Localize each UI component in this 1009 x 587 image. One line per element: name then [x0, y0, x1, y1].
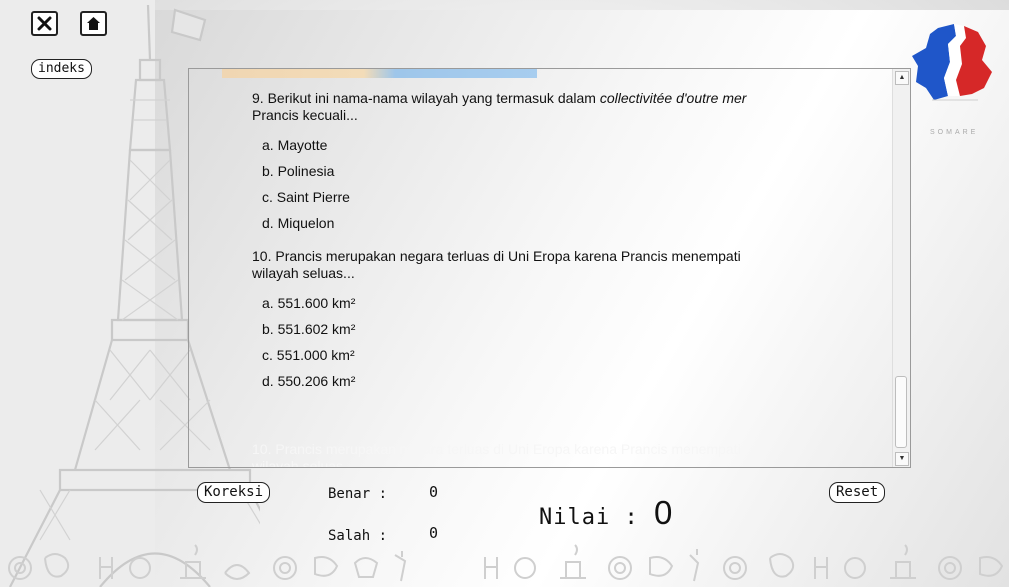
salah-value: 0: [429, 524, 439, 542]
option-c[interactable]: c. Saint Pierre: [262, 188, 772, 214]
quiz-content: 9. Berikut ini nama-nama wilayah yang te…: [252, 90, 772, 398]
option-b[interactable]: b. Polinesia: [262, 162, 772, 188]
close-button[interactable]: [31, 11, 58, 36]
question-text: Berikut ini nama-nama wilayah yang terma…: [267, 90, 600, 106]
faded-question-text: 10. Prancis merupakan negara terluas di …: [252, 441, 741, 468]
nilai-label: Nilai :: [539, 505, 639, 530]
question-italic-term: collectivitée d'outre mer: [599, 90, 747, 106]
option-c[interactable]: c. 551.000 km²: [262, 346, 772, 372]
scrollbar-thumb[interactable]: [895, 376, 907, 448]
indeks-button[interactable]: indeks: [31, 59, 92, 79]
home-button[interactable]: [80, 11, 107, 36]
option-a[interactable]: a. Mayotte: [262, 136, 772, 162]
france-map-logo: [912, 24, 992, 101]
decorative-doodle-border: [8, 544, 1004, 582]
quiz-scroll-panel[interactable]: 9. Berikut ini nama-nama wilayah yang te…: [188, 68, 911, 468]
scroll-up-arrow-icon[interactable]: ▲: [895, 71, 909, 85]
question-number: 9.: [252, 90, 264, 106]
question-10: 10. Prancis merupakan negara terluas di …: [252, 248, 772, 282]
options-list: a. 551.600 km² b. 551.602 km² c. 551.000…: [262, 294, 772, 398]
benar-label: Benar :: [328, 486, 388, 502]
vertical-scrollbar[interactable]: ▲ ▼: [892, 69, 910, 467]
options-list: a. Mayotte b. Polinesia c. Saint Pierre …: [262, 136, 772, 240]
salah-label: Salah :: [328, 528, 388, 544]
option-a[interactable]: a. 551.600 km²: [262, 294, 772, 320]
brand-text: SOMARE: [930, 129, 979, 136]
reset-button[interactable]: Reset: [829, 482, 886, 503]
question-text-end: Prancis kecuali...: [252, 107, 358, 123]
scroll-down-arrow-icon[interactable]: ▼: [895, 452, 909, 466]
close-icon: [37, 16, 52, 31]
benar-value: 0: [429, 483, 439, 501]
map-image-strip: [222, 69, 537, 78]
question-9: 9. Berikut ini nama-nama wilayah yang te…: [252, 90, 772, 124]
option-d[interactable]: d. 550.206 km²: [262, 372, 772, 398]
koreksi-button[interactable]: Koreksi: [197, 482, 271, 503]
option-d[interactable]: d. Miquelon: [262, 214, 772, 240]
option-b[interactable]: b. 551.602 km²: [262, 320, 772, 346]
question-number: 10.: [252, 248, 272, 264]
question-text: Prancis merupakan negara terluas di Uni …: [252, 248, 741, 281]
nilai-value: 0: [654, 494, 673, 531]
home-icon: [87, 17, 100, 30]
